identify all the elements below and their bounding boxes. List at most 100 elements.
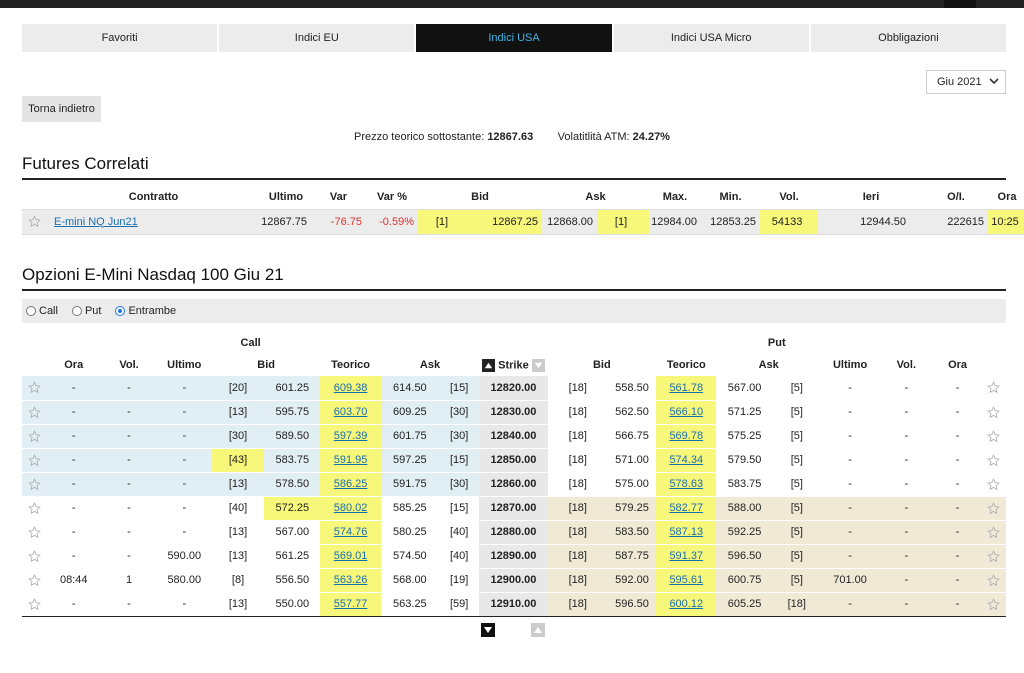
put-favorite-cell[interactable] [981, 424, 1006, 449]
radio-entrambe-circle[interactable] [115, 306, 126, 316]
call-favorite-cell[interactable] [22, 424, 47, 449]
call-teorico-link[interactable]: 603.70 [334, 406, 368, 418]
contract-cell[interactable]: E-mini NQ Jun21 [46, 209, 261, 235]
page-up-button[interactable] [531, 623, 545, 637]
call-favorite-cell[interactable] [22, 400, 47, 425]
put-teorico-link[interactable]: 591.37 [669, 550, 703, 562]
put-teorico-link[interactable]: 587.13 [669, 526, 703, 538]
put-teorico-cell[interactable]: 566.10 [656, 400, 717, 425]
page-down-button[interactable] [481, 623, 495, 637]
put-teorico-cell[interactable]: 569.78 [656, 424, 717, 449]
option-row[interactable]: - - - [13] 567.00 574.76 580.25 [40] 12880.00 [18… [22, 520, 1006, 545]
call-teorico-link[interactable]: 563.26 [334, 574, 368, 586]
call-teorico-link[interactable]: 574.76 [334, 526, 368, 538]
put-favorite-cell[interactable] [981, 520, 1006, 545]
put-favorite-cell[interactable] [981, 568, 1006, 593]
sort-desc-icon[interactable] [531, 358, 545, 372]
option-row[interactable]: 08:44 1 580.00 [8] 556.50 563.26 568.00 [19] 129… [22, 568, 1006, 593]
star-icon[interactable] [987, 597, 1001, 611]
star-icon[interactable] [987, 477, 1001, 491]
put-teorico-cell[interactable]: 561.78 [656, 376, 717, 401]
star-icon[interactable] [27, 525, 41, 539]
call-favorite-cell[interactable] [22, 592, 47, 617]
radio-call-circle[interactable] [26, 306, 36, 316]
option-row[interactable]: - - - [13] 595.75 603.70 609.25 [30] 12830.00 [18… [22, 400, 1006, 425]
put-teorico-link[interactable]: 595.61 [669, 574, 703, 586]
star-icon[interactable] [27, 405, 41, 419]
put-teorico-cell[interactable]: 595.61 [656, 568, 717, 593]
call-teorico-cell[interactable]: 586.25 [320, 472, 381, 497]
star-icon[interactable] [987, 453, 1001, 467]
put-favorite-cell[interactable] [981, 544, 1006, 569]
sort-asc-icon[interactable] [482, 358, 496, 372]
option-row[interactable]: - - - [43] 583.75 591.95 597.25 [15] 12850.00 [18… [22, 448, 1006, 473]
tab-indici-usa-micro[interactable]: Indici USA Micro [613, 24, 809, 52]
call-teorico-cell[interactable]: 563.26 [320, 568, 381, 593]
star-icon[interactable] [987, 549, 1001, 563]
put-teorico-link[interactable]: 566.10 [669, 406, 703, 418]
star-icon[interactable] [27, 597, 41, 611]
tab-favoriti[interactable]: Favoriti [22, 24, 218, 52]
star-icon[interactable] [27, 453, 41, 467]
put-teorico-cell[interactable]: 574.34 [656, 448, 717, 473]
call-teorico-cell[interactable]: 597.39 [320, 424, 381, 449]
put-teorico-cell[interactable]: 578.63 [656, 472, 717, 497]
call-teorico-cell[interactable]: 557.77 [320, 592, 381, 617]
call-teorico-link[interactable]: 557.77 [334, 598, 368, 610]
star-icon[interactable] [27, 501, 41, 515]
star-icon[interactable] [27, 429, 41, 443]
call-teorico-link[interactable]: 591.95 [334, 454, 368, 466]
put-teorico-cell[interactable]: 587.13 [656, 520, 717, 545]
put-favorite-cell[interactable] [981, 400, 1006, 425]
call-favorite-cell[interactable] [22, 376, 47, 401]
put-teorico-link[interactable]: 578.63 [669, 478, 703, 490]
star-icon[interactable] [987, 573, 1001, 587]
option-row[interactable]: - - - [30] 589.50 597.39 601.75 [30] 12840.00 [18… [22, 424, 1006, 449]
call-favorite-cell[interactable] [22, 544, 47, 569]
tab-obbligazioni[interactable]: Obbligazioni [810, 24, 1007, 52]
tab-indici-eu[interactable]: Indici EU [219, 24, 415, 52]
star-icon[interactable] [987, 501, 1001, 515]
call-teorico-cell[interactable]: 603.70 [320, 400, 381, 425]
month-select[interactable]: Giu 2021 [926, 70, 1006, 94]
call-teorico-cell[interactable]: 574.76 [320, 520, 381, 545]
radio-call[interactable]: Call [26, 305, 58, 317]
top-bar-button[interactable] [944, 0, 976, 8]
star-icon[interactable] [27, 549, 41, 563]
back-button[interactable]: Torna indietro [22, 96, 101, 122]
call-favorite-cell[interactable] [22, 520, 47, 545]
put-teorico-link[interactable]: 574.34 [669, 454, 703, 466]
put-teorico-cell[interactable]: 600.12 [656, 592, 717, 617]
call-teorico-link[interactable]: 580.02 [334, 502, 368, 514]
favorite-star-cell[interactable] [22, 209, 46, 235]
put-teorico-link[interactable]: 569.78 [669, 430, 703, 442]
option-row[interactable]: - -590.00 [13] 561.25 569.01 574.50 [40] 12890.… [22, 544, 1006, 569]
call-teorico-link[interactable]: 569.01 [334, 550, 368, 562]
call-teorico-link[interactable]: 597.39 [334, 430, 368, 442]
put-favorite-cell[interactable] [981, 472, 1006, 497]
radio-put[interactable]: Put [71, 305, 101, 317]
call-teorico-link[interactable]: 609.38 [334, 382, 368, 394]
star-icon[interactable] [27, 381, 41, 394]
star-icon[interactable] [987, 429, 1001, 443]
call-favorite-cell[interactable] [22, 568, 47, 593]
radio-entrambe[interactable]: Entrambe [115, 305, 176, 317]
call-teorico-link[interactable]: 586.25 [334, 478, 368, 490]
put-teorico-link[interactable]: 561.78 [669, 382, 703, 394]
star-icon[interactable] [987, 525, 1001, 539]
put-favorite-cell[interactable] [981, 592, 1006, 617]
star-icon[interactable] [27, 215, 41, 228]
call-teorico-cell[interactable]: 569.01 [320, 544, 381, 569]
option-row[interactable]: - - - [40] 572.25 580.02 585.25 [15] 12870.00 [18… [22, 496, 1006, 521]
call-favorite-cell[interactable] [22, 448, 47, 473]
put-favorite-cell[interactable] [981, 376, 1006, 401]
call-favorite-cell[interactable] [22, 472, 47, 497]
option-row[interactable]: - - - [13] 550.00 557.77 563.25 [59] 12910.00 [18… [22, 592, 1006, 617]
tab-indici-usa[interactable]: Indici USA [416, 24, 612, 52]
call-teorico-cell[interactable]: 609.38 [320, 376, 381, 401]
call-favorite-cell[interactable] [22, 496, 47, 521]
futures-row[interactable]: E-mini NQ Jun21 12867.75 -76.75 -0.59% [… [22, 209, 1024, 235]
put-teorico-link[interactable]: 600.12 [669, 598, 703, 610]
put-favorite-cell[interactable] [981, 496, 1006, 521]
call-teorico-cell[interactable]: 591.95 [320, 448, 381, 473]
